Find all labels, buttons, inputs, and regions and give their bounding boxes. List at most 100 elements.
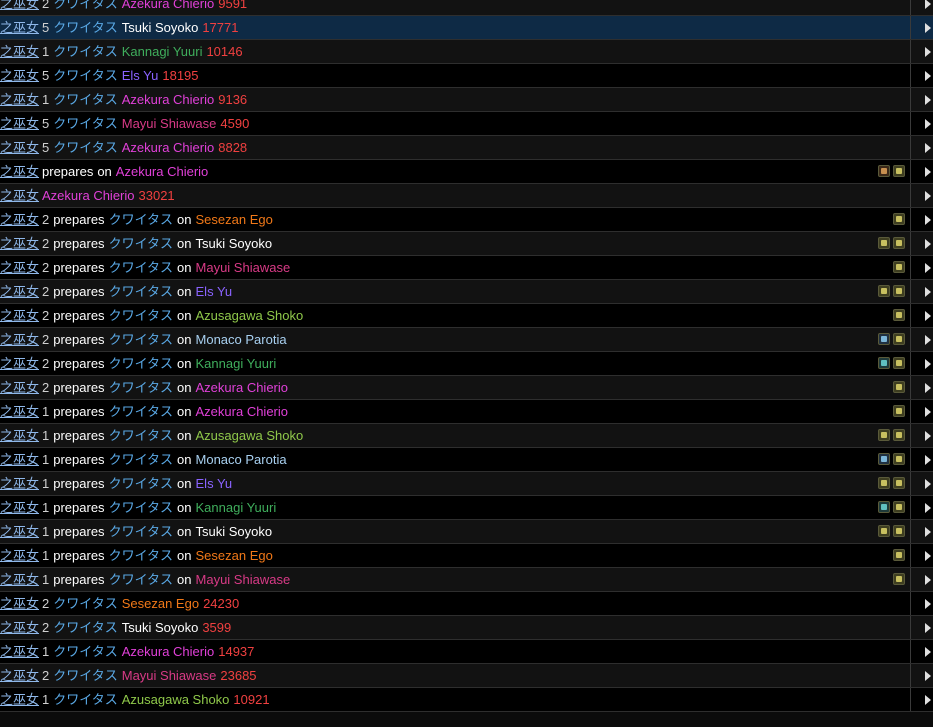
actor-name[interactable]: 燐之巫女	[0, 572, 39, 587]
actor-name[interactable]: 燐之巫女	[0, 380, 39, 395]
actor-name[interactable]: 燐之巫女	[0, 668, 39, 683]
log-row[interactable]: 燐之巫女Azekura Chierio33021	[0, 184, 933, 208]
log-row[interactable]: 燐之巫女2preparesクワイタスonKannagi Yuuri	[0, 352, 933, 376]
log-row[interactable]: 燐之巫女2preparesクワイタスonMonaco Parotia	[0, 328, 933, 352]
skill-name: クワイタス	[108, 500, 174, 515]
log-row[interactable]: 燐之巫女1preparesクワイタスonEls Yu	[0, 472, 933, 496]
actor-name[interactable]: 燐之巫女	[0, 524, 39, 539]
damage-amount: 4590	[220, 116, 250, 131]
actor-name[interactable]: 燐之巫女	[0, 356, 39, 371]
actor-name[interactable]: 燐之巫女	[0, 284, 39, 299]
log-row[interactable]: 燐之巫女1クワイタスAzekura Chierio9136	[0, 88, 933, 112]
actor-name[interactable]: 燐之巫女	[0, 500, 39, 515]
expand-arrow-icon[interactable]	[925, 191, 931, 201]
expand-arrow-icon[interactable]	[925, 359, 931, 369]
expand-arrow-icon[interactable]	[925, 551, 931, 561]
expand-arrow-icon[interactable]	[925, 671, 931, 681]
log-row[interactable]: 燐之巫女1preparesクワイタスonSesezan Ego	[0, 544, 933, 568]
actor-name[interactable]: 燐之巫女	[0, 404, 39, 419]
log-row[interactable]: 燐之巫女2preparesクワイタスonSesezan Ego	[0, 208, 933, 232]
actor-name[interactable]: 燐之巫女	[0, 116, 39, 131]
actor-name[interactable]: 燐之巫女	[0, 332, 39, 347]
actor-name[interactable]: 燐之巫女	[0, 92, 39, 107]
prepares-label: prepares	[53, 548, 105, 563]
expand-arrow-icon[interactable]	[925, 623, 931, 633]
expand-arrow-icon[interactable]	[925, 503, 931, 513]
prepares-label: prepares	[53, 428, 105, 443]
log-row[interactable]: 燐之巫女2preparesクワイタスonAzekura Chierio	[0, 376, 933, 400]
log-row-text: 燐之巫女2preparesクワイタスonSesezan Ego	[0, 212, 273, 228]
log-row[interactable]: 燐之巫女1クワイタスAzekura Chierio14937	[0, 640, 933, 664]
log-row[interactable]: 燐之巫女preparesonAzekura Chierio	[0, 160, 933, 184]
actor-name[interactable]: 燐之巫女	[0, 596, 39, 611]
expand-arrow-icon[interactable]	[925, 23, 931, 33]
expand-arrow-icon[interactable]	[925, 143, 931, 153]
actor-name[interactable]: 燐之巫女	[0, 212, 39, 227]
actor-name[interactable]: 燐之巫女	[0, 548, 39, 563]
log-row[interactable]: 燐之巫女1クワイタスKannagi Yuuri10146	[0, 40, 933, 64]
expand-arrow-icon[interactable]	[925, 647, 931, 657]
actor-name[interactable]: 燐之巫女	[0, 428, 39, 443]
actor-name[interactable]: 燐之巫女	[0, 644, 39, 659]
expand-arrow-icon[interactable]	[925, 383, 931, 393]
log-row[interactable]: 燐之巫女2クワイタスTsuki Soyoko3599	[0, 616, 933, 640]
expand-arrow-icon[interactable]	[925, 407, 931, 417]
expand-arrow-icon[interactable]	[925, 215, 931, 225]
expand-arrow-icon[interactable]	[925, 311, 931, 321]
expand-arrow-icon[interactable]	[925, 95, 931, 105]
expand-arrow-icon[interactable]	[925, 599, 931, 609]
actor-name[interactable]: 燐之巫女	[0, 620, 39, 635]
expand-arrow-icon[interactable]	[925, 239, 931, 249]
actor-name[interactable]: 燐之巫女	[0, 692, 39, 707]
actor-name[interactable]: 燐之巫女	[0, 68, 39, 83]
log-row[interactable]: 燐之巫女5クワイタスAzekura Chierio8828	[0, 136, 933, 160]
expand-arrow-icon[interactable]	[925, 119, 931, 129]
log-row[interactable]: 燐之巫女2preparesクワイタスonEls Yu	[0, 280, 933, 304]
actor-name[interactable]: 燐之巫女	[0, 20, 39, 35]
log-row[interactable]: 燐之巫女1preparesクワイタスonAzusagawa Shoko	[0, 424, 933, 448]
log-row[interactable]: 燐之巫女2クワイタスAzekura Chierio9591	[0, 0, 933, 16]
log-row[interactable]: 燐之巫女2クワイタスMayui Shiawase23685	[0, 664, 933, 688]
log-row[interactable]: 燐之巫女1preparesクワイタスonKannagi Yuuri	[0, 496, 933, 520]
expand-arrow-icon[interactable]	[925, 455, 931, 465]
status-icons	[890, 405, 905, 419]
log-row[interactable]: 燐之巫女5クワイタスEls Yu18195	[0, 64, 933, 88]
log-row[interactable]: 燐之巫女5クワイタスTsuki Soyoko17771	[0, 16, 933, 40]
expand-arrow-icon[interactable]	[925, 335, 931, 345]
expand-arrow-icon[interactable]	[925, 695, 931, 705]
expand-arrow-icon[interactable]	[925, 167, 931, 177]
yellow-status-icon	[893, 333, 905, 345]
expand-arrow-icon[interactable]	[925, 47, 931, 57]
log-row[interactable]: 燐之巫女1preparesクワイタスonMonaco Parotia	[0, 448, 933, 472]
log-row[interactable]: 燐之巫女2クワイタスSesezan Ego24230	[0, 592, 933, 616]
actor-name[interactable]: 燐之巫女	[0, 44, 39, 59]
log-row[interactable]: 燐之巫女2preparesクワイタスonMayui Shiawase	[0, 256, 933, 280]
expand-arrow-icon[interactable]	[925, 263, 931, 273]
actor-name[interactable]: 燐之巫女	[0, 452, 39, 467]
actor-name[interactable]: 燐之巫女	[0, 0, 39, 11]
expand-arrow-icon[interactable]	[925, 527, 931, 537]
actor-name[interactable]: 燐之巫女	[0, 236, 39, 251]
expand-arrow-icon[interactable]	[925, 431, 931, 441]
expand-arrow-icon[interactable]	[925, 0, 931, 9]
expand-arrow-icon[interactable]	[925, 479, 931, 489]
expand-arrow-icon[interactable]	[925, 575, 931, 585]
actor-name[interactable]: 燐之巫女	[0, 140, 39, 155]
log-row[interactable]: 燐之巫女1preparesクワイタスonTsuki Soyoko	[0, 520, 933, 544]
log-row[interactable]: 燐之巫女5クワイタスMayui Shiawase4590	[0, 112, 933, 136]
actor-name[interactable]: 燐之巫女	[0, 164, 39, 179]
expand-arrow-icon[interactable]	[925, 71, 931, 81]
actor-name[interactable]: 燐之巫女	[0, 308, 39, 323]
log-row[interactable]: 燐之巫女1preparesクワイタスonAzekura Chierio	[0, 400, 933, 424]
damage-amount: 9136	[218, 92, 248, 107]
actor-name[interactable]: 燐之巫女	[0, 476, 39, 491]
expand-arrow-icon[interactable]	[925, 287, 931, 297]
actor-name[interactable]: 燐之巫女	[0, 188, 39, 203]
log-row[interactable]: 燐之巫女2preparesクワイタスonTsuki Soyoko	[0, 232, 933, 256]
actor-name[interactable]: 燐之巫女	[0, 260, 39, 275]
log-row[interactable]: 燐之巫女1preparesクワイタスonMayui Shiawase	[0, 568, 933, 592]
log-row[interactable]: 燐之巫女2preparesクワイタスonAzusagawa Shoko	[0, 304, 933, 328]
log-row-text: 燐之巫女5クワイタスMayui Shiawase4590	[0, 116, 249, 132]
log-row[interactable]: 燐之巫女1クワイタスAzusagawa Shoko10921	[0, 688, 933, 712]
skill-name: クワイタス	[108, 572, 174, 587]
